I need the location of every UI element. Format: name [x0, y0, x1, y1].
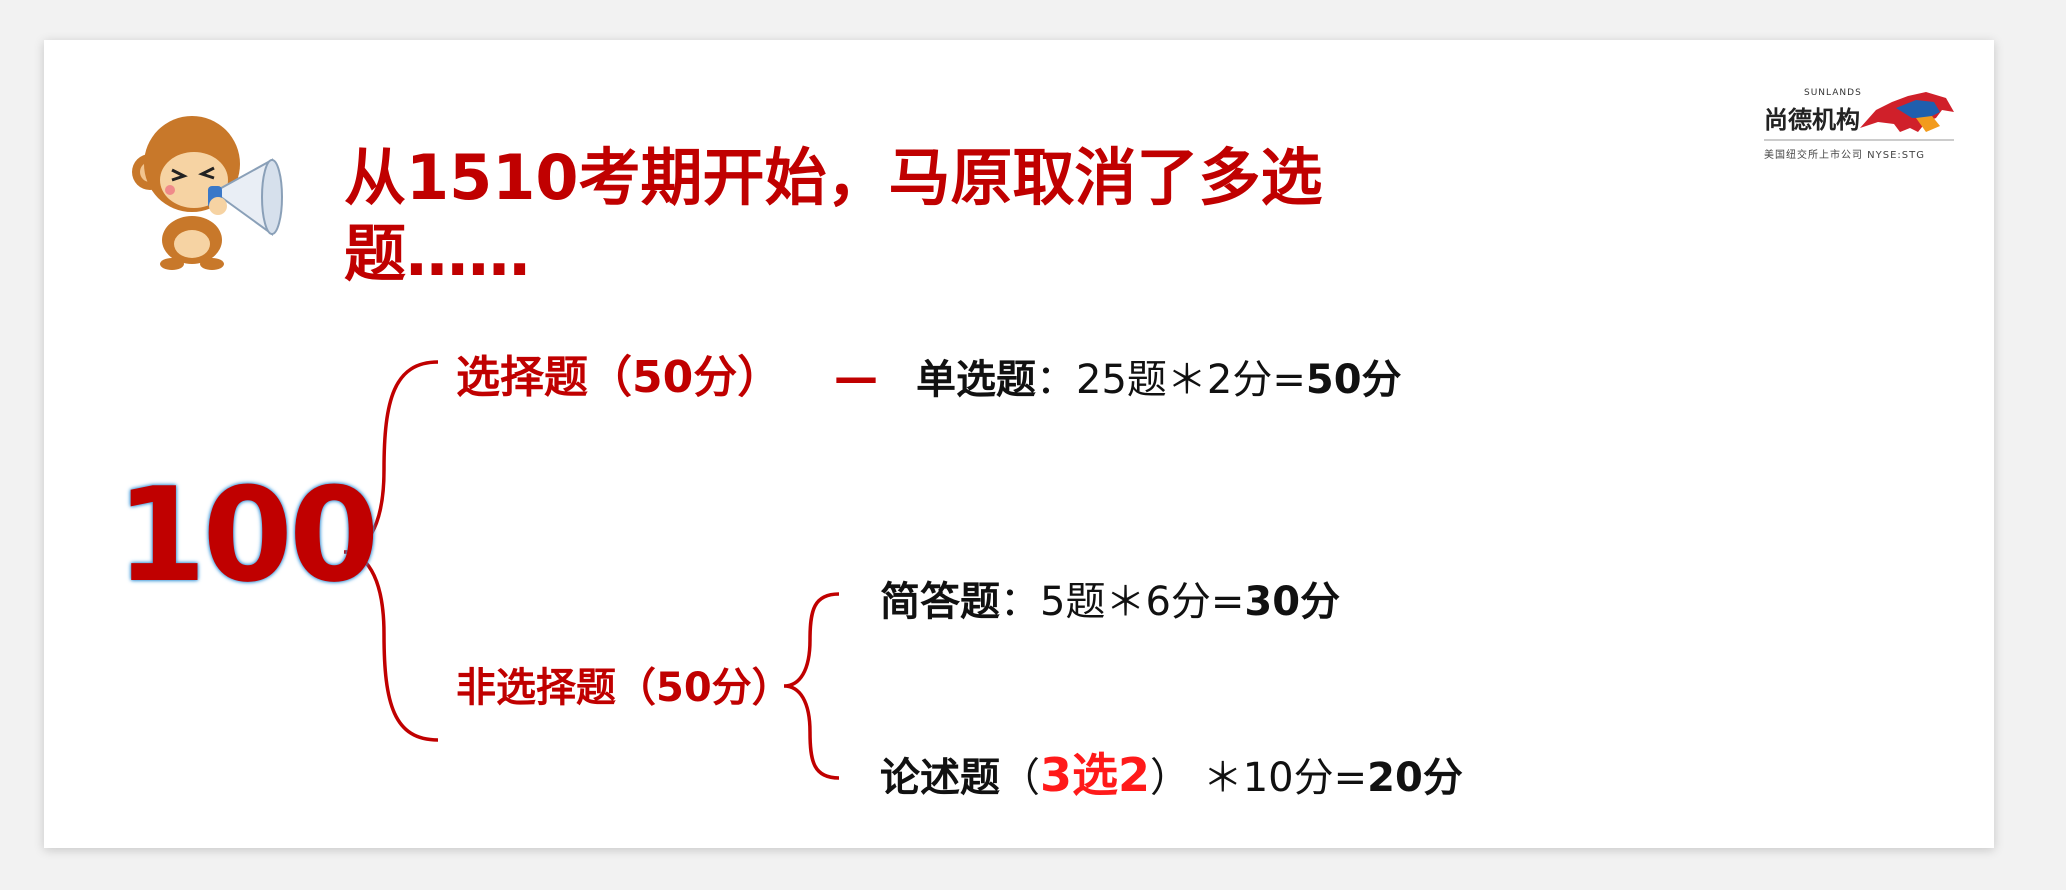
short-answer-name: 简答题 [880, 579, 1000, 625]
page-title: 从1510考期开始，马原取消了多选题…… [344, 141, 1323, 290]
essay-open-paren: （ [1000, 755, 1040, 801]
sunlands-logo: SUNLANDS 尚德机构 美国纽交所上市公司 NYSE:STG [1764, 88, 1954, 218]
single-choice-total: 50分 [1305, 357, 1402, 403]
essay-pick: 3选2 [1040, 748, 1151, 802]
choice-label: 选择题（50分） [456, 352, 782, 403]
choice-dash: — [834, 352, 878, 403]
logo-chinese: 尚德机构 [1764, 106, 1860, 134]
logo-divider [1764, 139, 1954, 141]
short-answer-formula: ：5题＊6分= [1000, 579, 1245, 625]
nonchoice-label: 非选择题（50分） [456, 665, 792, 711]
short-answer-total: 30分 [1244, 579, 1341, 625]
essay-close-paren: ） [1150, 755, 1191, 801]
essay-formula: ＊10分= [1202, 755, 1368, 801]
slide: 从1510考期开始，马原取消了多选题…… 100 选择题（50分） — 单选题：… [44, 40, 1994, 848]
essay-total: 20分 [1367, 755, 1463, 801]
single-choice-line: 单选题：25题＊2分=50分 [916, 360, 1402, 400]
single-choice-formula: ：25题＊2分= [1036, 357, 1306, 403]
total-score: 100 [116, 459, 379, 611]
monkey-megaphone-icon [132, 116, 283, 270]
short-answer-line: 简答题：5题＊6分=30分 [880, 582, 1340, 622]
logo-subtitle: 美国纽交所上市公司 NYSE:STG [1764, 150, 1926, 161]
bull-logo-icon [1860, 92, 1954, 132]
single-choice-name: 单选题 [916, 357, 1036, 403]
essay-line: 论述题（3选2） ＊10分=20分 [880, 752, 1463, 798]
logo-english: SUNLANDS [1804, 88, 1862, 98]
essay-name: 论述题 [880, 755, 1000, 801]
